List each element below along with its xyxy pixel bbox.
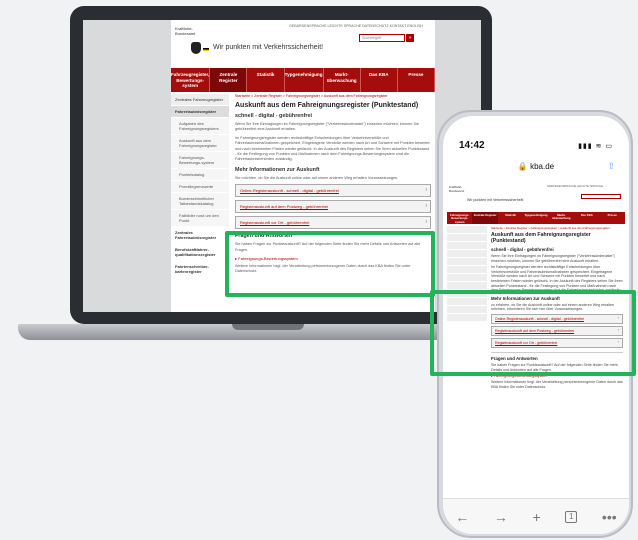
kba-slogan: Wir punkten mit Verkehrssicherheit! [467, 198, 524, 202]
intro-paragraph: Wenn Sie Ihre Eintragungen im Fahreignun… [235, 122, 419, 132]
safari-toolbar: ← → + 1 ••• [443, 498, 629, 534]
new-tab-icon[interactable]: + [533, 509, 541, 525]
breadcrumb[interactable]: Startseite > Zentrale Register > Fahreig… [235, 94, 431, 99]
url-bar[interactable]: 🔒 kba.de [443, 158, 629, 176]
chevron-right-icon: › [425, 203, 427, 210]
nav-item-presse[interactable]: Presse [398, 68, 436, 92]
search-input[interactable] [581, 194, 621, 199]
logo-line: Bundesamt [449, 188, 465, 193]
nav-item-fahrzeugregister[interactable]: Fahrzeugregister, Bewertungs-system [171, 68, 211, 92]
nav-item[interactable]: Das KBA [574, 212, 599, 224]
sidebar-item[interactable] [447, 234, 487, 242]
nav-item[interactable]: Presse [600, 212, 625, 224]
german-flag-icon [203, 48, 209, 51]
link-label: Registerauskunft auf dem Postweg - gebüh… [240, 204, 329, 210]
back-arrow-icon[interactable]: ← [455, 509, 469, 525]
breadcrumb[interactable]: Startseite > Zentrale Register > Fahreig… [491, 226, 623, 230]
link-label: Registerauskunft vor Ort - gebührenfrei [240, 220, 310, 226]
main-navigation: Fahrzeugregister, Bewertungs-system Zent… [171, 68, 436, 92]
sidebar-item[interactable]: Fahreignungs-Bewertungs-system [171, 152, 229, 169]
page-subtitle: schnell - digital - gebührenfrei [235, 113, 312, 119]
more-info-text: Sie möchten, ob Sie die Auskunft online … [235, 175, 399, 180]
more-icon[interactable]: ••• [602, 509, 617, 525]
nav-item[interactable]: Statistik [498, 212, 523, 224]
laptop-notch [232, 324, 304, 330]
sidebar-item[interactable]: Zentrales Fahrerlaubnisregister [171, 227, 229, 244]
status-time: 14:42 [459, 140, 485, 151]
sidebar-item[interactable]: Zentrales Fahrzeugregister [171, 94, 229, 106]
highlight-frame-phone [430, 290, 636, 376]
highlight-frame-laptop [225, 231, 435, 297]
sidebar-item[interactable]: Bundeseinheitlicher Tatbestandskatalog [171, 193, 229, 210]
sidebar-item[interactable] [447, 242, 487, 250]
chevron-right-icon: › [425, 219, 427, 226]
search-input[interactable]: Suchbegriff [359, 34, 405, 42]
vor-ort-auskunft-link[interactable]: Registerauskunft vor Ort - gebührenfrei › [235, 216, 431, 230]
sidebar-item[interactable]: Berufskraftfahrer-qualifikationsregister [171, 244, 229, 261]
sidebar-item[interactable] [447, 274, 487, 282]
forward-arrow-icon[interactable]: → [494, 509, 508, 525]
browser-left-margin [83, 20, 171, 312]
nav-item-marktueberwachung[interactable]: Markt-überwachung [324, 68, 361, 92]
intro-paragraph: Wenn Sie Ihre Eintragungen im Fahreignun… [491, 254, 615, 263]
sidebar-item[interactable]: Fahrtenschreiber-kartenregister [171, 261, 229, 278]
nav-item-das-kba[interactable]: Das KBA [361, 68, 398, 92]
sidebar-item[interactable]: Auskunft aus dem Fahreignungsregister [171, 135, 229, 152]
page-subtitle: schnell - digital - gebührenfrei [491, 247, 554, 252]
sidebar: Zentrales Fahrzeugregister Fahrerlaubnis… [171, 94, 229, 278]
privacy-text: Weitere Informationen bzgl. der Verarbei… [491, 380, 623, 389]
sidebar-item[interactable] [447, 266, 487, 274]
nav-item[interactable]: Zentrale Register [472, 212, 498, 224]
federal-eagle-icon [191, 42, 201, 54]
logo-line: Bundesamt [175, 31, 196, 36]
nav-item[interactable]: Fahreignungs-Bewertungs-system [447, 212, 472, 224]
sidebar-item[interactable] [447, 226, 487, 234]
link-label: Online-Registerauskunft - schnell - digi… [240, 188, 339, 194]
post-auskunft-link[interactable]: Registerauskunft auf dem Postweg - gebüh… [235, 200, 431, 214]
register-paragraph: Im Fahreignungsregister werden rechtskrä… [491, 265, 623, 293]
sidebar-item[interactable]: Aufgaben des Fahreignungsregisters [171, 118, 229, 135]
nav-item-statistik[interactable]: Statistik [247, 68, 285, 92]
top-links[interactable]: GEBÄRDENSPRACHE LEICHTE SPRACHE DATENSCH… [289, 24, 423, 28]
register-paragraph: Im Fahreignungsregister werden rechtskrä… [235, 135, 430, 162]
signal-wifi-battery-icon: ▮▮▮ ≋ ▭ [578, 143, 613, 150]
sidebar-item[interactable] [447, 250, 487, 258]
share-icon[interactable]: ⇧ [607, 161, 615, 172]
page-title: Auskunft aus dem Fahreignungsregister (P… [235, 102, 419, 109]
kba-logo-text[interactable]: Kraftfahrt- Bundesamt [175, 26, 195, 36]
main-navigation: Fahreignungs-Bewertungs-system Zentrale … [447, 212, 625, 224]
sidebar-item[interactable] [447, 282, 487, 290]
sidebar-item[interactable]: Fallbilder rund um den Punkt [171, 210, 229, 227]
nav-item-zentrale-register[interactable]: Zentrale Register [210, 68, 248, 92]
page-title: Auskunft aus dem Fahreignungsregister (P… [491, 232, 591, 244]
sidebar-item[interactable] [447, 258, 487, 266]
kba-slogan: Wir punkten mit Verkehrssicherheit! [213, 44, 324, 51]
nav-item-typgenehmigung[interactable]: Typgenehmigung [285, 68, 324, 92]
sidebar-item[interactable]: Fahrerlaubnisregister [171, 106, 229, 118]
nav-item[interactable]: Markt-überwachung [549, 212, 574, 224]
more-info-heading: Mehr Informationen zur Auskunft [235, 166, 320, 173]
sidebar-item[interactable]: Promillegrenzwerte [171, 181, 229, 193]
tabs-icon[interactable]: 1 [565, 510, 578, 523]
online-auskunft-link[interactable]: Online-Registerauskunft - schnell - digi… [235, 184, 431, 198]
chevron-right-icon: › [425, 187, 427, 194]
nav-item[interactable]: Typgenehmigung [523, 212, 548, 224]
kba-header: Kraftfahrt- Bundesamt Wir punkten mit Ve… [171, 20, 435, 68]
kba-logo-text[interactable]: Kraftfahrt- Bundesamt [449, 185, 465, 193]
sidebar-item[interactable]: Punktekatalog [171, 169, 229, 181]
search-button[interactable]: » [406, 34, 414, 42]
top-links[interactable]: GEBÄRDENSPRACHE LEICHTE SPRACHE [547, 184, 603, 188]
